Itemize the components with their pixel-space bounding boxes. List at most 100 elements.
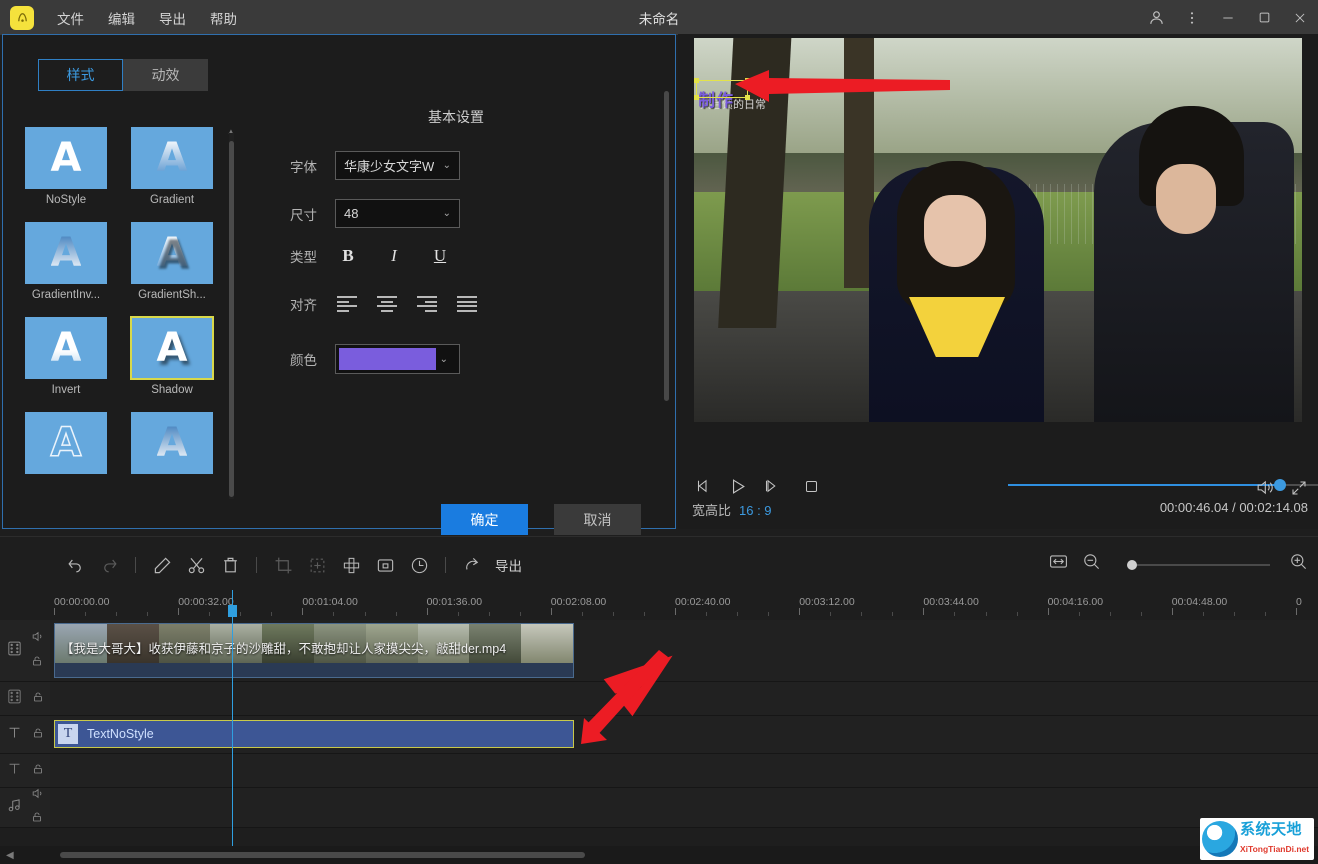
- video-subject-right: [1094, 122, 1294, 422]
- split-scissors-icon[interactable]: [179, 550, 213, 580]
- track-header-audio-1[interactable]: [0, 788, 50, 827]
- menu-file[interactable]: 文件: [48, 3, 93, 33]
- style-item-gradient[interactable]: A Gradient: [131, 127, 223, 206]
- track-audio-1: [0, 788, 1318, 828]
- style-thumb: A: [25, 127, 107, 189]
- ruler-tick-minor: [737, 612, 738, 616]
- text-style-dialog: 样式 动效 A NoStyle A Gradient A GradientInv…: [2, 34, 676, 529]
- dialog-tabs: 样式 动效: [38, 59, 208, 91]
- track-body-text-1[interactable]: T TextNoStyle: [50, 716, 1318, 753]
- resize-handle-bl[interactable]: [694, 95, 699, 100]
- menu-help[interactable]: 帮助: [201, 3, 246, 33]
- playhead-handle[interactable]: [228, 605, 237, 617]
- menu-export[interactable]: 导出: [150, 3, 195, 33]
- play-icon[interactable]: [720, 471, 754, 501]
- zoom-out-icon[interactable]: [1082, 552, 1101, 576]
- italic-button[interactable]: I: [383, 245, 405, 267]
- video-clip[interactable]: 【我是大哥大】收获伊藤和京子的沙雕甜，不敢抱却让人家摸尖尖，敲甜der.mp4: [54, 623, 574, 678]
- track-body-text-2[interactable]: [50, 754, 1318, 787]
- lock-icon[interactable]: [31, 810, 44, 828]
- export-label[interactable]: 导出: [495, 555, 522, 575]
- size-select[interactable]: 48 ⌄: [335, 199, 460, 228]
- lock-icon[interactable]: [32, 690, 44, 708]
- account-icon[interactable]: [1138, 0, 1174, 35]
- style-glyph: A: [157, 423, 188, 463]
- toolbar-separator: [256, 557, 257, 573]
- timeline-hscrollbar[interactable]: ◀ ▶: [0, 846, 1318, 864]
- color-select[interactable]: ⌄: [335, 344, 460, 374]
- resize-handle-tl[interactable]: [694, 78, 699, 83]
- style-item-extra[interactable]: A: [131, 412, 223, 474]
- track-body-video-1[interactable]: 【我是大哥大】收获伊藤和京子的沙雕甜，不敢抱却让人家摸尖尖，敲甜der.mp4: [50, 620, 1318, 681]
- lock-icon[interactable]: [32, 762, 44, 780]
- zoom-slider-track[interactable]: [1130, 564, 1270, 566]
- font-select[interactable]: 华康少女文字W ⌄: [335, 151, 460, 180]
- fullscreen-icon[interactable]: [1290, 479, 1308, 502]
- track-header-text-2[interactable]: [0, 754, 50, 787]
- volume-icon[interactable]: [1255, 478, 1274, 502]
- next-frame-icon[interactable]: [754, 471, 788, 501]
- bold-button[interactable]: B: [337, 245, 359, 267]
- style-scrollbar[interactable]: [229, 133, 234, 499]
- video-preview[interactable]: 人后馈的日常 制作: [694, 38, 1302, 422]
- pip-icon[interactable]: [368, 550, 402, 580]
- delete-trash-icon[interactable]: [213, 550, 247, 580]
- scroll-left-icon[interactable]: ◀: [6, 850, 14, 861]
- speaker-icon[interactable]: [31, 787, 44, 805]
- track-body-audio-1[interactable]: [50, 788, 1318, 827]
- track-header-text-1[interactable]: [0, 716, 50, 753]
- close-icon[interactable]: [1282, 0, 1318, 35]
- crop-icon[interactable]: [266, 550, 300, 580]
- transform-icon[interactable]: [300, 550, 334, 580]
- edit-pencil-icon[interactable]: [145, 550, 179, 580]
- minimize-icon[interactable]: [1210, 0, 1246, 35]
- resize-handle-br[interactable]: [745, 95, 750, 100]
- align-left-icon[interactable]: [337, 296, 357, 312]
- prev-frame-icon[interactable]: [686, 471, 720, 501]
- resize-handle-tr[interactable]: [745, 78, 750, 83]
- track-body-video-2[interactable]: [50, 682, 1318, 715]
- zoom-in-icon[interactable]: [1289, 552, 1308, 576]
- track-header-video-2[interactable]: [0, 682, 50, 715]
- speaker-icon[interactable]: [31, 630, 44, 648]
- fit-to-window-icon[interactable]: [1049, 553, 1068, 575]
- style-item-invert[interactable]: A Invert: [25, 317, 117, 396]
- style-item-outline[interactable]: A: [25, 412, 117, 474]
- confirm-button[interactable]: 确定: [441, 504, 528, 535]
- lock-icon[interactable]: [31, 654, 44, 672]
- zoom-slider-knob[interactable]: [1127, 560, 1137, 570]
- video-editor-window: 文件 编辑 导出 帮助 未命名 样式 动: [0, 0, 1318, 864]
- redo-icon[interactable]: [92, 550, 126, 580]
- menu-edit[interactable]: 编辑: [99, 3, 144, 33]
- speed-clock-icon[interactable]: [402, 550, 436, 580]
- lock-icon[interactable]: [32, 726, 44, 744]
- style-item-nostyle[interactable]: A NoStyle: [25, 127, 117, 206]
- stop-icon[interactable]: [794, 471, 828, 501]
- playhead[interactable]: [232, 590, 233, 852]
- style-item-shadow[interactable]: A Shadow: [131, 317, 223, 396]
- align-justify-icon[interactable]: [457, 296, 477, 312]
- align-right-icon[interactable]: [417, 296, 437, 312]
- share-export-icon[interactable]: [455, 550, 489, 580]
- cancel-button[interactable]: 取消: [554, 504, 641, 535]
- text-clip[interactable]: T TextNoStyle: [54, 720, 574, 748]
- tab-animation[interactable]: 动效: [123, 59, 208, 91]
- tab-style[interactable]: 样式: [38, 59, 123, 91]
- style-item-gradientinv[interactable]: A GradientInv...: [25, 222, 117, 301]
- ruler-tick-minor: [147, 612, 148, 616]
- underline-button[interactable]: U: [429, 245, 451, 267]
- ruler-tick: [54, 608, 55, 615]
- more-options-icon[interactable]: [1174, 0, 1210, 35]
- title-bar: 文件 编辑 导出 帮助 未命名: [0, 0, 1318, 35]
- maximize-icon[interactable]: [1246, 0, 1282, 35]
- ruler-tick-minor: [209, 612, 210, 616]
- overlay-selection-box[interactable]: [696, 80, 748, 98]
- style-item-gradientshadow[interactable]: A GradientSh...: [131, 222, 223, 301]
- undo-icon[interactable]: [58, 550, 92, 580]
- track-header-video-1[interactable]: [0, 620, 50, 681]
- dialog-scrollbar[interactable]: [664, 91, 669, 491]
- style-list[interactable]: A NoStyle A Gradient A GradientInv... A …: [25, 127, 235, 499]
- hscroll-thumb[interactable]: [60, 852, 585, 858]
- align-center-icon[interactable]: [377, 296, 397, 312]
- mosaic-icon[interactable]: [334, 550, 368, 580]
